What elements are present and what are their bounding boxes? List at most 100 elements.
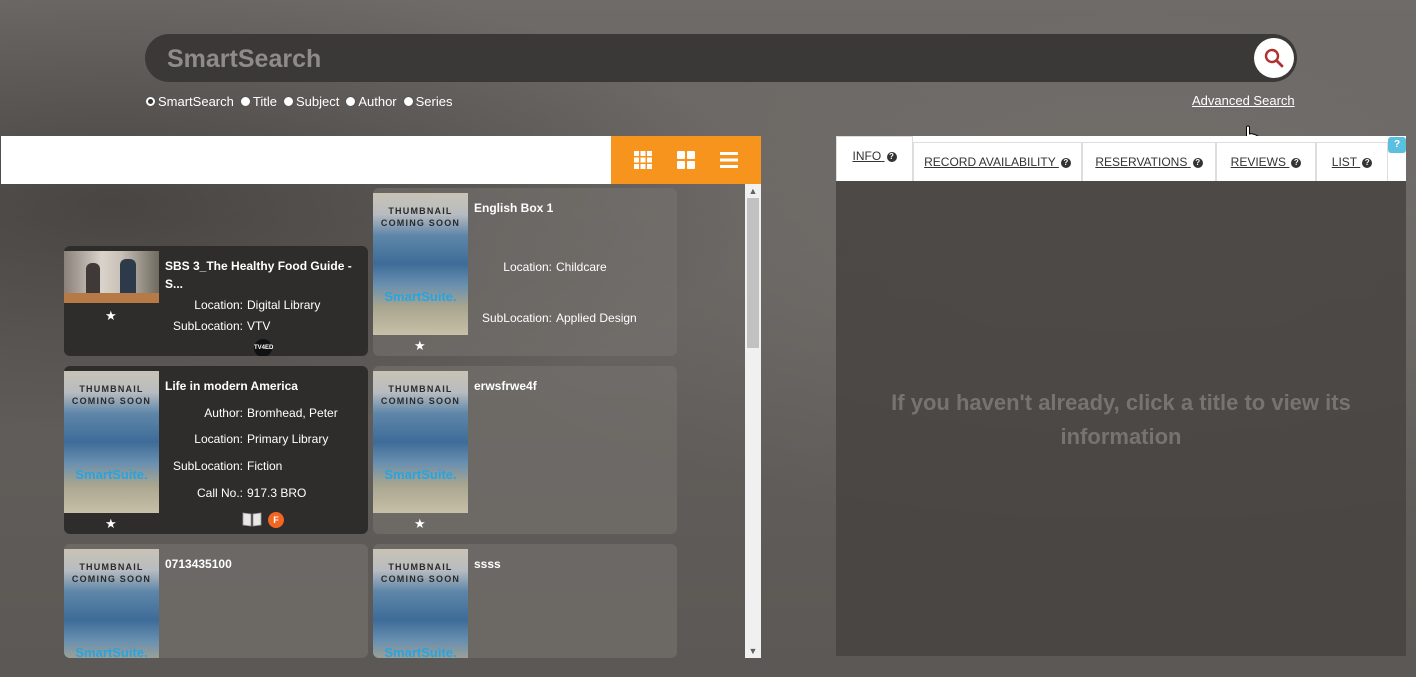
result-card-sbs-3[interactable]: SBS 3_The Healthy Food Guide - S... Loca… <box>64 246 368 356</box>
thumbnail-text: THUMBNAIL COMING SOON <box>373 561 468 585</box>
result-title[interactable]: Life in modern America <box>165 377 365 395</box>
radio-dot[interactable] <box>345 96 357 107</box>
thumbnail-line2: COMING SOON <box>380 574 461 584</box>
radio-series[interactable]: Series <box>402 94 453 109</box>
info-panel: If you haven't already, click a title to… <box>836 181 1406 656</box>
detail-tabs: INFO ? RECORD AVAILABILITY ? RESERVATION… <box>836 136 1406 181</box>
thumbnail-text: THUMBNAIL COMING SOON <box>373 383 468 407</box>
view-toggle <box>611 136 761 184</box>
small-grid-icon <box>633 151 652 169</box>
result-card-0713435100[interactable]: THUMBNAIL COMING SOON SmartSuite. 0713435… <box>64 544 368 658</box>
result-title[interactable]: erwsfrwe4f <box>474 377 674 395</box>
tab-info[interactable]: INFO ? <box>836 136 913 181</box>
result-field: SubLocation: VTV <box>165 319 270 333</box>
result-title[interactable]: 0713435100 <box>165 555 365 573</box>
search-button[interactable] <box>1254 38 1294 78</box>
result-card-english-box-1[interactable]: THUMBNAIL COMING SOON SmartSuite. English… <box>373 188 677 356</box>
thumbnail-table <box>64 293 159 303</box>
field-label: Author: <box>204 406 243 420</box>
thumbnail-placeholder: THUMBNAIL COMING SOON SmartSuite. <box>64 371 159 513</box>
tab-label: REVIEWS <box>1230 155 1286 169</box>
favorite-star-icon[interactable]: ★ <box>414 338 426 354</box>
field-value: Childcare <box>556 260 607 274</box>
favorite-star-icon[interactable]: ★ <box>414 516 426 532</box>
tab-label: LIST <box>1331 155 1357 169</box>
result-card-ssss[interactable]: THUMBNAIL COMING SOON SmartSuite. ssss <box>373 544 677 658</box>
tab-record-availability[interactable]: RECORD AVAILABILITY ? <box>913 142 1082 181</box>
field-label: Call No.: <box>196 486 243 500</box>
small-grid-view-button[interactable] <box>631 148 655 172</box>
help-icon: ? <box>1060 157 1071 168</box>
result-field: Location: Childcare <box>474 260 607 274</box>
favorite-star-icon[interactable]: ★ <box>105 308 117 324</box>
thumbnail-line1: THUMBNAIL <box>388 206 453 216</box>
field-label: Location: <box>194 432 243 446</box>
large-grid-view-button[interactable] <box>674 148 698 172</box>
result-title[interactable]: SBS 3_The Healthy Food Guide - S... <box>165 257 363 293</box>
result-title[interactable]: English Box 1 <box>474 199 674 217</box>
thumbnail-brand: SmartSuite. <box>384 289 457 304</box>
result-field: Author: Bromhead, Peter <box>165 406 338 420</box>
thumbnail-text: THUMBNAIL COMING SOON <box>64 383 159 407</box>
radio-dot[interactable] <box>145 96 156 107</box>
field-label: SubLocation: <box>481 311 552 325</box>
thumbnail-placeholder: THUMBNAIL COMING SOON SmartSuite. <box>373 549 468 658</box>
help-icon: ? <box>886 151 897 162</box>
info-placeholder-message: If you haven't already, click a title to… <box>891 390 1351 449</box>
field-value: VTV <box>247 319 271 333</box>
radio-label: Series <box>415 94 453 109</box>
scrollbar-thumb[interactable] <box>747 198 759 348</box>
field-value: Fiction <box>247 459 283 473</box>
list-icon <box>720 152 739 168</box>
book-icon <box>242 512 262 527</box>
radio-dot[interactable] <box>402 96 414 107</box>
radio-label: SmartSearch <box>158 94 234 109</box>
field-label: Location: <box>194 298 243 312</box>
thumbnail-text: THUMBNAIL COMING SOON <box>64 561 159 585</box>
tab-label: RESERVATIONS <box>1095 155 1188 169</box>
radio-author[interactable]: Author <box>345 94 397 109</box>
radio-label: Author <box>358 94 397 109</box>
tab-reservations[interactable]: RESERVATIONS ? <box>1082 142 1216 181</box>
field-label: SubLocation: <box>172 459 243 473</box>
result-field: SubLocation: Applied Design <box>474 311 637 325</box>
radio-dot[interactable] <box>239 96 251 107</box>
help-corner-icon[interactable]: ? <box>1388 137 1406 153</box>
help-icon: ? <box>1362 157 1373 168</box>
field-value: Primary Library <box>247 432 329 446</box>
result-field: Location: Digital Library <box>165 298 320 312</box>
thumbnail-brand: SmartSuite. <box>384 645 457 658</box>
tab-list[interactable]: LIST ? <box>1316 142 1388 181</box>
list-view-button[interactable] <box>717 148 741 172</box>
scroll-up-arrow-icon[interactable]: ▲ <box>745 184 761 198</box>
thumbnail-line1: THUMBNAIL <box>79 562 144 572</box>
radio-label: Title <box>252 94 277 109</box>
radio-subject[interactable]: Subject <box>282 94 340 109</box>
result-card-erwsfrwe4f[interactable]: THUMBNAIL COMING SOON SmartSuite. erwsfrw… <box>373 366 677 534</box>
advanced-search-link[interactable]: Advanced Search <box>1192 93 1295 108</box>
scroll-down-arrow-icon[interactable]: ▼ <box>745 644 761 658</box>
thumbnail-brand: SmartSuite. <box>384 467 457 482</box>
radio-dot[interactable] <box>282 96 294 107</box>
tab-reviews[interactable]: REVIEWS ? <box>1216 142 1316 181</box>
radio-title[interactable]: Title <box>239 94 277 109</box>
thumbnail-line2: COMING SOON <box>71 574 152 584</box>
fiction-badge: F <box>268 512 284 528</box>
result-field: Location: Primary Library <box>165 432 328 446</box>
result-field: SubLocation: Fiction <box>165 459 282 473</box>
result-title[interactable]: ssss <box>474 555 674 573</box>
tab-label: RECORD AVAILABILITY <box>924 155 1056 169</box>
help-icon: ? <box>1192 157 1203 168</box>
field-label: SubLocation: <box>172 319 243 333</box>
search-input[interactable] <box>165 42 1249 76</box>
thumbnail-line1: THUMBNAIL <box>388 562 453 572</box>
favorite-star-icon[interactable]: ★ <box>105 516 117 532</box>
radio-label: Subject <box>295 94 340 109</box>
results-scrollbar[interactable]: ▲ ▼ <box>745 184 761 658</box>
thumbnail-line2: COMING SOON <box>380 396 461 406</box>
field-value: Bromhead, Peter <box>247 406 338 420</box>
result-field: Call No.: 917.3 BRO <box>165 486 306 500</box>
thumbnail-text: THUMBNAIL COMING SOON <box>373 205 468 229</box>
radio-smartsearch[interactable]: SmartSearch <box>145 94 234 109</box>
result-card-life-in-modern-america[interactable]: THUMBNAIL COMING SOON SmartSuite. Life in… <box>64 366 368 534</box>
